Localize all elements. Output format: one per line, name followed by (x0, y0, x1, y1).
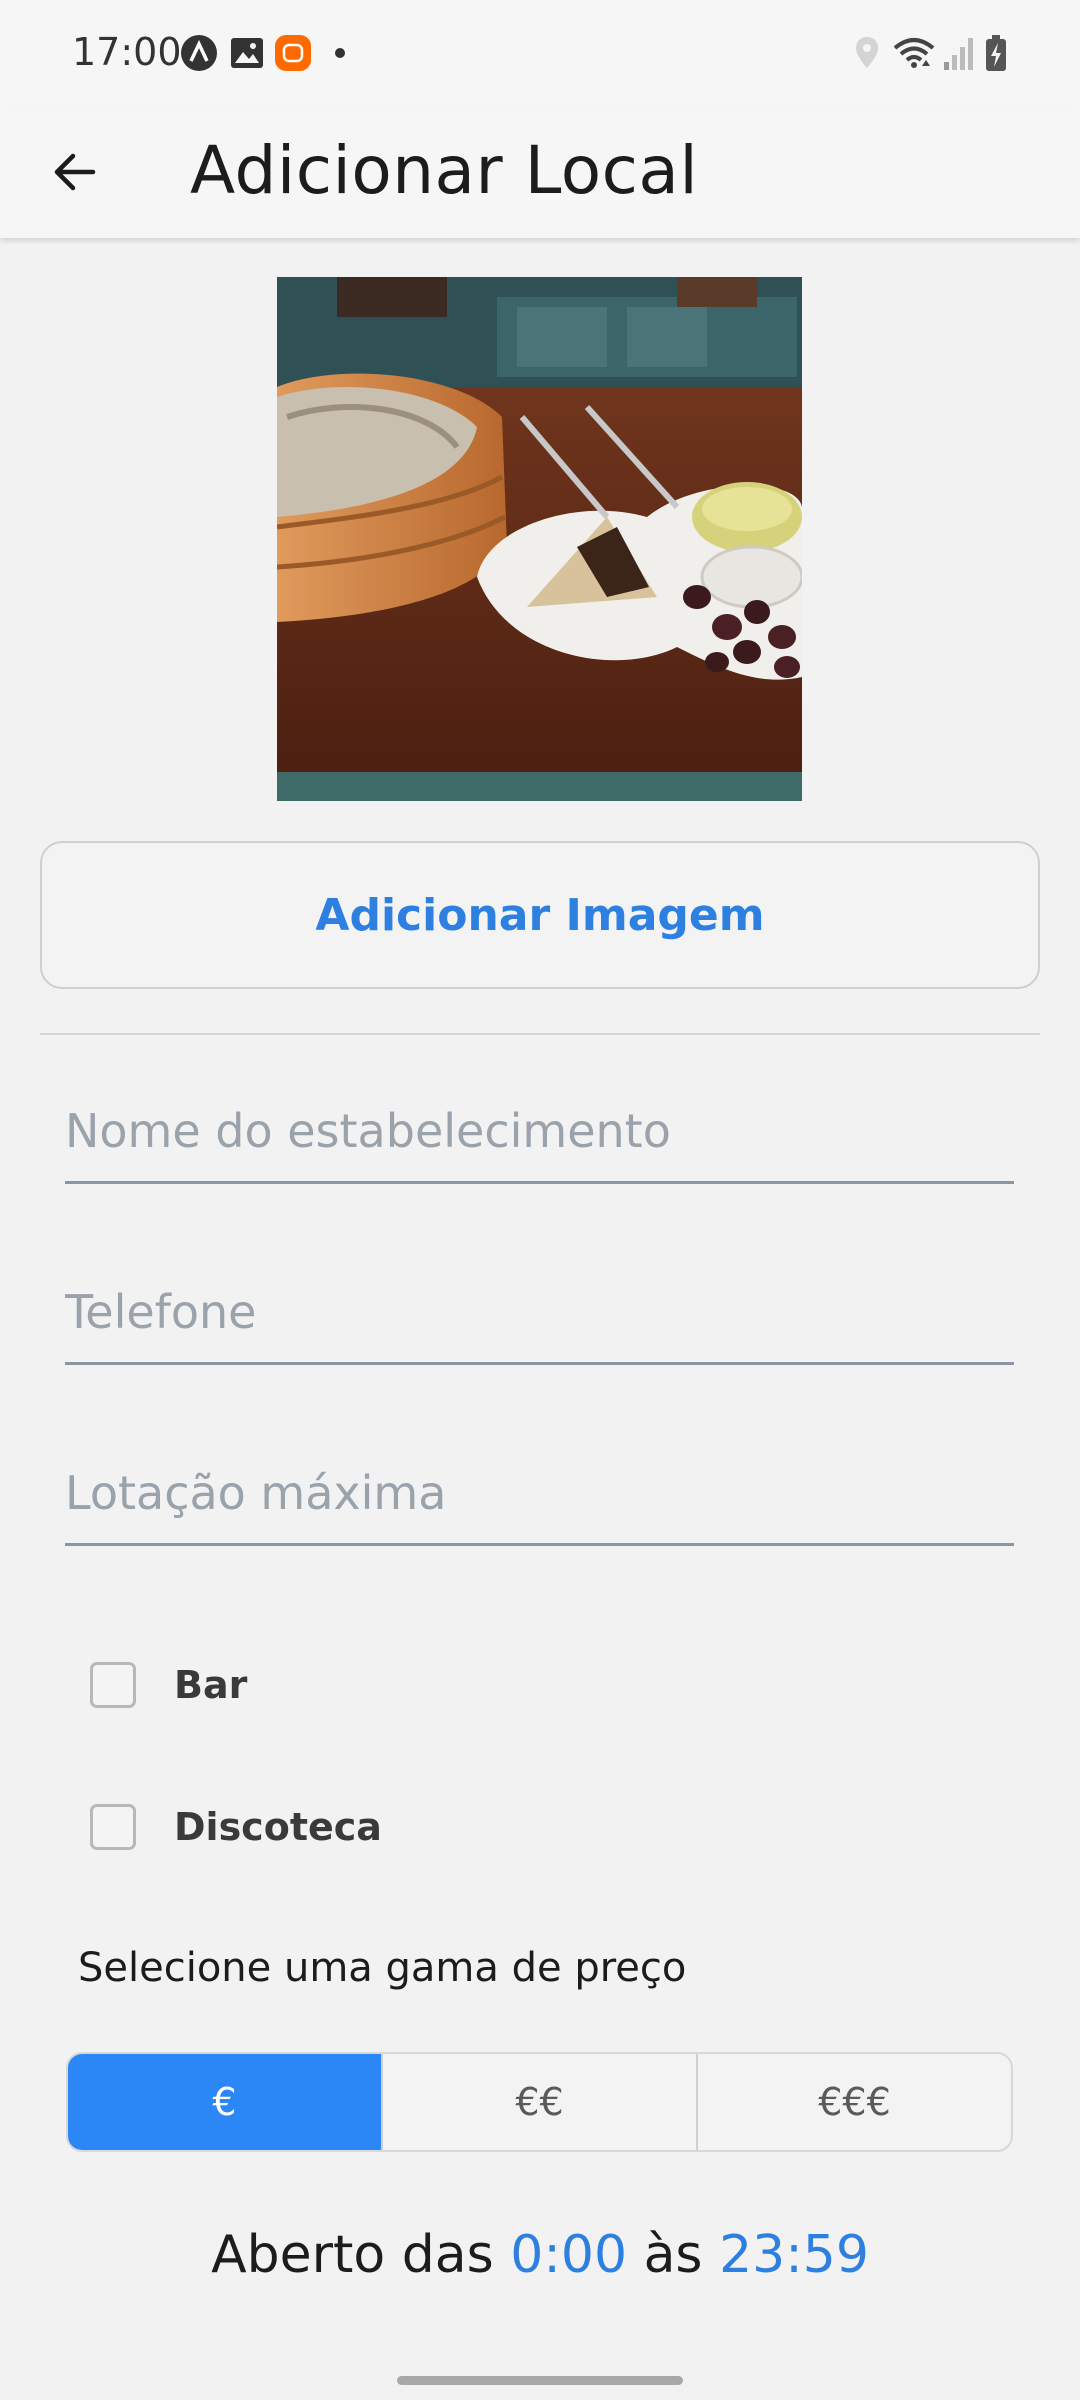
status-time: 17:00 (72, 30, 182, 74)
arrow-left-icon (49, 147, 99, 201)
opening-hours: Aberto das 0:00 às 23:59 (0, 2225, 1080, 2285)
dot-icon (332, 34, 370, 72)
phone-field-container (65, 1262, 1014, 1365)
bar-checkbox[interactable] (90, 1662, 136, 1708)
discoteca-checkbox-label: Discoteca (174, 1805, 382, 1849)
status-bar: 17:00 (0, 0, 1080, 110)
category-discoteca-row[interactable]: Discoteca (90, 1797, 382, 1857)
wifi-icon (892, 34, 936, 72)
capacity-field-container (65, 1443, 1014, 1546)
phone-input[interactable] (65, 1262, 1014, 1362)
a-logo-icon (180, 34, 218, 72)
screen: 17:00 Adicionar Local Adicionar Imagem N… (0, 0, 1080, 2400)
page-title: Adicionar Local (190, 132, 699, 209)
hours-prefix: Aberto das (211, 2225, 494, 2285)
divider (40, 1033, 1040, 1035)
mi-app-icon (274, 34, 312, 72)
open-time-picker[interactable]: 0:00 (510, 2225, 627, 2285)
app-bar: Adicionar Local (0, 110, 1080, 238)
price-range-label: Selecione uma gama de preço (78, 1945, 687, 1991)
establishment-name-input[interactable] (65, 1081, 1014, 1181)
add-image-button[interactable]: Adicionar Imagem (40, 841, 1040, 989)
bar-checkbox-label: Bar (174, 1663, 248, 1707)
price-range-selector: € €€ €€€ (66, 2052, 1013, 2152)
hours-middle: às (643, 2225, 703, 2285)
close-time-picker[interactable]: 23:59 (719, 2225, 869, 2285)
category-bar-row[interactable]: Bar (90, 1655, 247, 1715)
back-button[interactable] (34, 134, 114, 214)
location-icon (852, 34, 882, 72)
place-photo (277, 277, 802, 801)
battery-charging-icon (984, 34, 1008, 72)
name-field-container (65, 1081, 1014, 1184)
discoteca-checkbox[interactable] (90, 1804, 136, 1850)
price-option-2[interactable]: €€ (381, 2054, 696, 2150)
signal-icon (942, 34, 976, 72)
price-option-1[interactable]: € (68, 2054, 381, 2150)
price-option-3[interactable]: €€€ (696, 2054, 1011, 2150)
max-capacity-input[interactable] (65, 1443, 1014, 1543)
home-indicator[interactable] (397, 2376, 683, 2385)
gallery-icon (228, 34, 266, 72)
